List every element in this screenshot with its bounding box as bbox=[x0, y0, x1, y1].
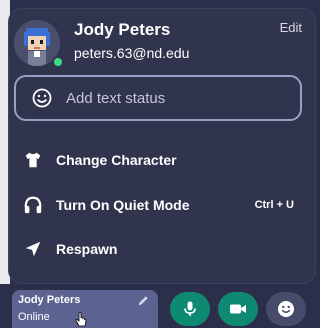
pencil-icon[interactable] bbox=[137, 294, 150, 307]
menu-item-respawn[interactable]: Respawn bbox=[14, 231, 302, 267]
chip-user-name: Jody Peters bbox=[18, 294, 81, 306]
menu-item-label: Turn On Quiet Mode bbox=[56, 197, 190, 213]
chip-online-status: Online bbox=[18, 311, 50, 323]
headphones-icon bbox=[22, 194, 44, 216]
emoji-reaction-button[interactable] bbox=[266, 292, 306, 326]
online-status-dot bbox=[52, 56, 64, 68]
menu-item-label: Change Character bbox=[56, 152, 177, 168]
profile-email: peters.63@nd.edu bbox=[74, 45, 190, 61]
hand-cursor-icon bbox=[75, 312, 87, 327]
navigation-arrow-icon bbox=[22, 238, 44, 260]
profile-name: Jody Peters bbox=[74, 20, 171, 39]
shirt-icon bbox=[22, 149, 44, 171]
status-placeholder: Add text status bbox=[66, 89, 166, 107]
camera-button[interactable] bbox=[218, 292, 258, 326]
video-camera-icon bbox=[230, 304, 246, 314]
edit-profile-link[interactable]: Edit bbox=[280, 20, 302, 35]
keyboard-shortcut: Ctrl + U bbox=[254, 199, 294, 211]
menu-item-label: Respawn bbox=[56, 241, 118, 257]
menu-item-quiet-mode[interactable]: Turn On Quiet Mode Ctrl + U bbox=[14, 187, 302, 223]
menu-item-change-character[interactable]: Change Character bbox=[14, 142, 302, 178]
smiley-icon bbox=[278, 301, 294, 317]
text-status-input[interactable]: Add text status bbox=[14, 75, 302, 121]
microphone-button[interactable] bbox=[170, 292, 210, 326]
smiley-icon bbox=[32, 88, 52, 108]
microphone-icon bbox=[184, 301, 196, 316]
